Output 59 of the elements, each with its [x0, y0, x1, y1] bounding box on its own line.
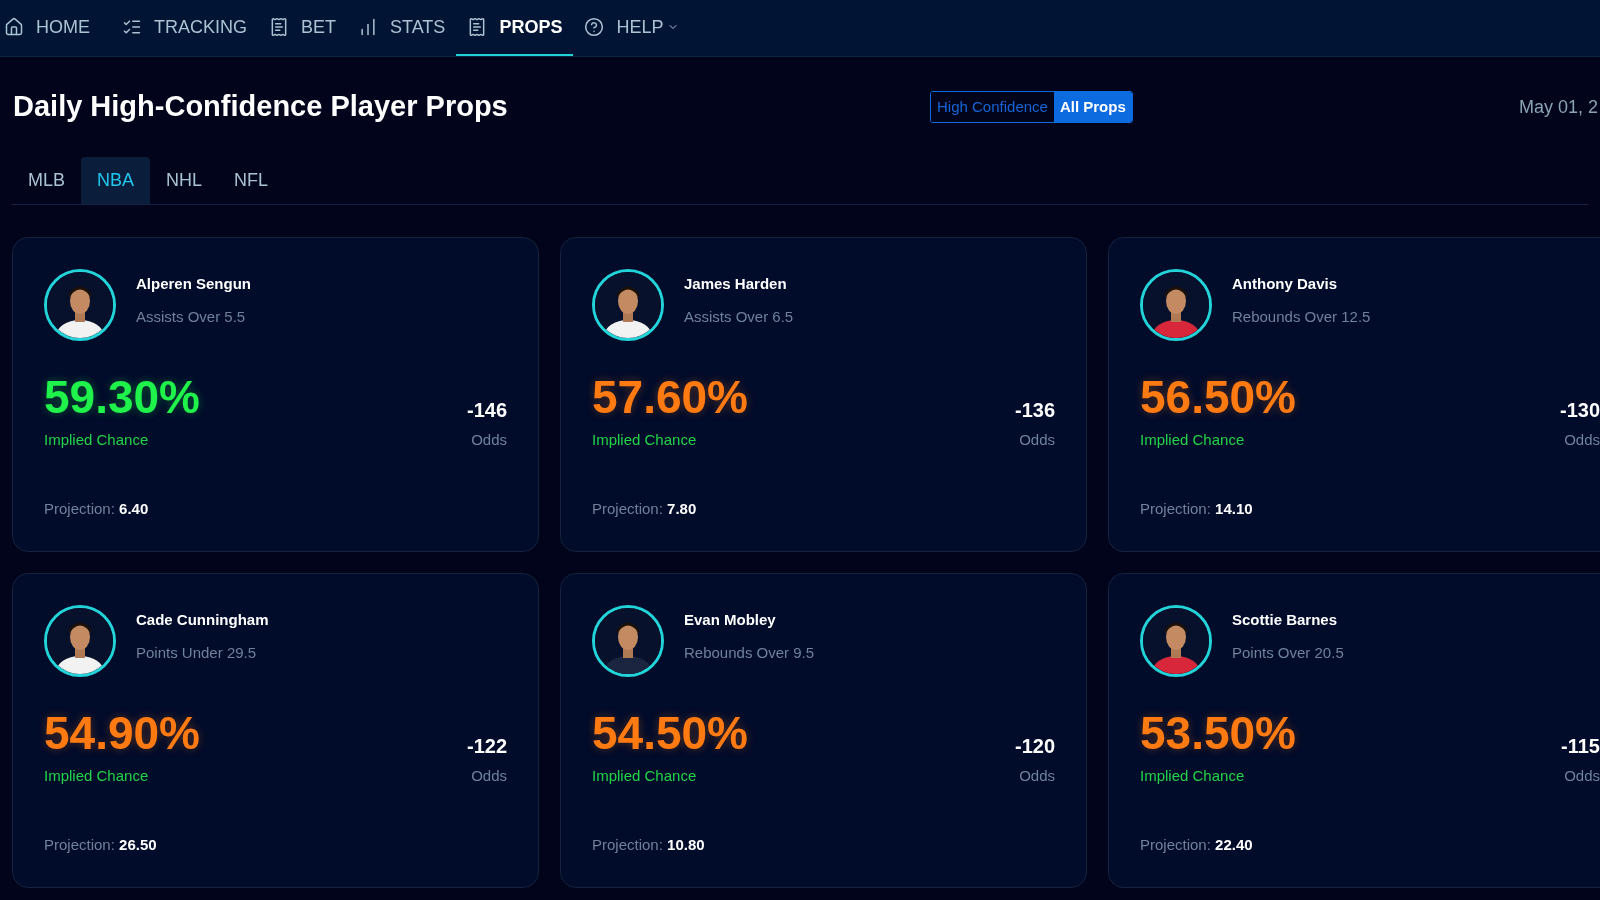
- nav-item[interactable]: PROPS: [456, 0, 574, 56]
- nav-item[interactable]: TRACKING: [111, 0, 258, 56]
- odds-label: Odds: [1564, 766, 1600, 786]
- implied-chance-value: 59.30%: [44, 371, 200, 423]
- odds-value: -122: [466, 734, 507, 759]
- odds-label: Odds: [1564, 430, 1600, 450]
- projection-text: Projection: 7.80: [592, 500, 697, 517]
- player-name: Evan Mobley: [684, 610, 777, 630]
- implied-chance-value: 56.50%: [1140, 371, 1296, 423]
- implied-chance-label: Implied Chance: [44, 430, 150, 450]
- implied-chance-label: Implied Chance: [592, 766, 698, 786]
- page-title: Daily High-Confidence Player Props: [13, 89, 509, 125]
- projection-text: Projection: 14.10: [1140, 500, 1253, 517]
- implied-chance-value: 54.50%: [592, 707, 748, 759]
- checklist-icon: [122, 17, 142, 37]
- filter-option[interactable]: All Props: [1053, 91, 1132, 123]
- prop-line: Assists Over 6.5: [684, 306, 794, 327]
- odds-value: -146: [466, 398, 507, 423]
- implied-chance-label: Implied Chance: [44, 766, 150, 786]
- implied-chance-value: 54.90%: [44, 707, 200, 759]
- odds-label: Odds: [1019, 766, 1055, 786]
- odds-label: Odds: [471, 766, 507, 786]
- sport-tab[interactable]: MLB: [12, 157, 81, 204]
- player-name: Alperen Sengun: [136, 274, 251, 294]
- prop-line: Points Over 20.5: [1232, 642, 1344, 663]
- sport-tab[interactable]: NHL: [150, 157, 219, 204]
- prop-line: Rebounds Over 12.5: [1232, 306, 1371, 327]
- player-name: James Harden: [684, 274, 788, 294]
- implied-chance-label: Implied Chance: [592, 430, 698, 450]
- odds-value: -136: [1014, 398, 1055, 423]
- odds-value: -130: [1559, 398, 1600, 423]
- implied-chance-value: 53.50%: [1140, 707, 1296, 759]
- help-icon: [584, 17, 605, 37]
- date-label: May 01, 2: [1518, 95, 1599, 119]
- prop-line: Points Under 29.5: [136, 642, 258, 663]
- sport-tab[interactable]: NFL: [218, 157, 285, 204]
- implied-chance-label: Implied Chance: [1140, 430, 1246, 450]
- odds-value: -120: [1014, 734, 1055, 759]
- nav-item[interactable]: HOME: [0, 0, 111, 56]
- projection-text: Projection: 6.40: [44, 500, 149, 517]
- projection-text: Projection: 10.80: [592, 836, 705, 853]
- nav-item[interactable]: STATS: [347, 0, 457, 56]
- player-name: Anthony Davis: [1232, 274, 1338, 294]
- projection-text: Projection: 22.40: [1140, 836, 1253, 853]
- prop-line: Assists Over 5.5: [136, 306, 247, 327]
- odds-value: -115: [1561, 734, 1600, 759]
- player-name: Scottie Barnes: [1232, 610, 1339, 630]
- implied-chance-value: 57.60%: [592, 371, 748, 423]
- projection-text: Projection: 26.50: [44, 836, 157, 853]
- sport-tab[interactable]: NBA: [81, 157, 151, 204]
- implied-chance-label: Implied Chance: [1140, 766, 1246, 786]
- player-name: Cade Cunningham: [136, 610, 269, 630]
- receipt-icon: [269, 17, 289, 37]
- home-icon: [4, 17, 24, 37]
- odds-label: Odds: [1019, 430, 1055, 450]
- nav-item[interactable]: HELP: [573, 0, 691, 56]
- nav-item[interactable]: BET: [258, 0, 348, 56]
- odds-label: Odds: [471, 430, 507, 450]
- prop-line: Rebounds Over 9.5: [684, 642, 815, 663]
